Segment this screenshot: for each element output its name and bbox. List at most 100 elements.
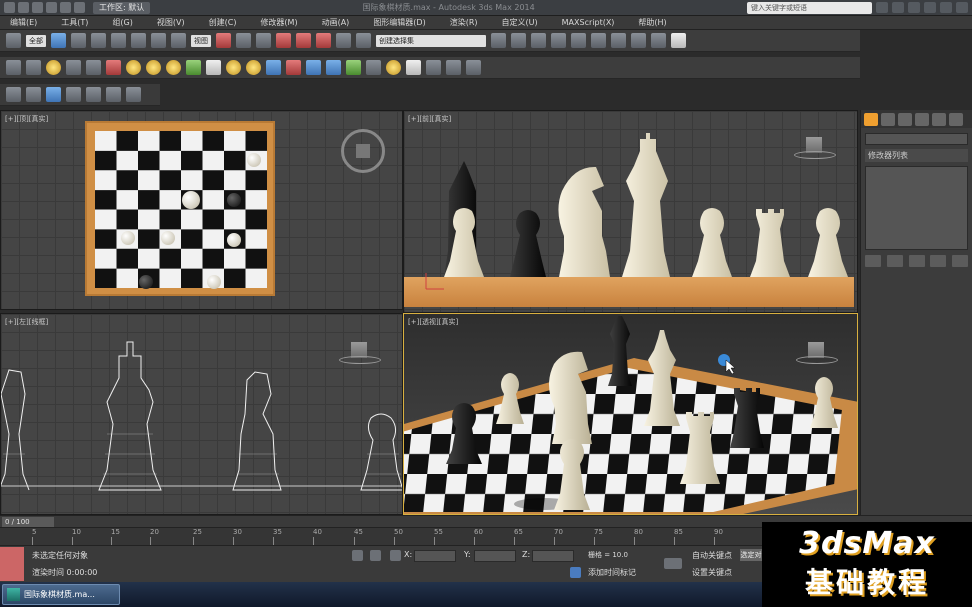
angle-snap-icon[interactable] <box>296 33 311 48</box>
ribbon-icon-4[interactable] <box>66 60 81 75</box>
open-file-icon[interactable] <box>32 2 43 13</box>
search-input[interactable]: 键入关键字或短语 <box>747 1 872 14</box>
cone-icon[interactable] <box>206 60 221 75</box>
pivot-icon[interactable] <box>216 33 231 48</box>
modifier-stack[interactable] <box>865 166 968 250</box>
help-search-icon[interactable] <box>876 2 888 13</box>
ribbon-icon-2[interactable] <box>26 60 41 75</box>
close-button[interactable] <box>956 2 968 13</box>
minimize-button[interactable] <box>924 2 936 13</box>
time-tag-icon[interactable] <box>570 567 581 578</box>
sphere-white-icon[interactable] <box>406 60 421 75</box>
teapot-icon[interactable] <box>671 33 686 48</box>
selection-filter-dropdown[interactable]: 全部 <box>26 34 46 47</box>
selected-set-button[interactable]: 选定对 <box>740 549 762 561</box>
motion-tab-icon[interactable] <box>915 113 929 126</box>
save-icon[interactable] <box>46 2 57 13</box>
app-menu-icon[interactable] <box>4 2 15 13</box>
hemisphere-icon[interactable] <box>146 60 161 75</box>
modifier-list-dropdown[interactable]: 修改器列表 <box>865 149 968 162</box>
rect-select-icon[interactable] <box>91 33 106 48</box>
spinner-snap-icon[interactable] <box>336 33 351 48</box>
brush-icon[interactable] <box>6 87 21 102</box>
menu-animation[interactable]: 动画(A) <box>312 17 364 28</box>
display-tab-icon[interactable] <box>932 113 946 126</box>
hair-icon[interactable] <box>66 87 81 102</box>
key-icon[interactable] <box>664 558 682 569</box>
maxscript-listener-mini[interactable] <box>0 547 24 581</box>
hierarchy-tab-icon[interactable] <box>898 113 912 126</box>
anim-icon-3[interactable] <box>126 87 141 102</box>
make-unique-icon[interactable] <box>908 255 925 267</box>
set-key-button[interactable]: 设置关键点 <box>692 567 732 578</box>
add-time-tag[interactable]: 添加时间标记 <box>588 567 636 578</box>
snap-icon[interactable] <box>276 33 291 48</box>
z-coord-field[interactable] <box>532 550 574 562</box>
mirror-icon[interactable] <box>491 33 506 48</box>
frame-counter[interactable]: 0 / 100 <box>2 517 54 527</box>
workspace-dropdown[interactable]: 工作区: 默认 <box>93 1 151 14</box>
viewport-top-label[interactable]: [+][顶][真实] <box>5 114 48 124</box>
reference-coord-dropdown[interactable]: 视图 <box>191 34 211 47</box>
bowl-icon[interactable] <box>186 60 201 75</box>
sun-icon[interactable] <box>226 60 241 75</box>
align-icon[interactable] <box>511 33 526 48</box>
plant-icon[interactable] <box>346 60 361 75</box>
viewport-perspective[interactable]: [+][透视][真实] <box>403 313 858 515</box>
light-icon[interactable] <box>46 60 61 75</box>
redo-icon[interactable] <box>74 2 85 13</box>
menu-customize[interactable]: 自定义(U) <box>492 17 552 28</box>
ribbon-icon-6[interactable] <box>106 60 121 75</box>
menu-create[interactable]: 创建(C) <box>199 17 251 28</box>
capsule-icon[interactable] <box>286 60 301 75</box>
ribbon-icon-5[interactable] <box>86 60 101 75</box>
edit-named-selection-icon[interactable] <box>356 33 371 48</box>
modify-tab-icon[interactable] <box>881 113 895 126</box>
layer-icon[interactable] <box>531 33 546 48</box>
remove-modifier-icon[interactable] <box>930 255 947 267</box>
help-icon[interactable] <box>908 2 920 13</box>
rotate-icon[interactable] <box>151 33 166 48</box>
percent-snap-icon[interactable] <box>316 33 331 48</box>
viewport-top[interactable]: [+][顶][真实] <box>0 110 403 310</box>
menu-graph-editors[interactable]: 图形编辑器(D) <box>363 17 439 28</box>
material-editor-icon[interactable] <box>611 33 626 48</box>
lock-icon[interactable] <box>370 550 381 561</box>
curve-editor-icon[interactable] <box>571 33 586 48</box>
menu-help[interactable]: 帮助(H) <box>628 17 680 28</box>
maximize-button[interactable] <box>940 2 952 13</box>
tools-icon[interactable] <box>366 60 381 75</box>
wrench-icon[interactable] <box>46 87 61 102</box>
prism-icon[interactable] <box>306 60 321 75</box>
viewport-left[interactable]: [+][左][线框] <box>0 313 403 515</box>
viewport-front-label[interactable]: [+][前][真实] <box>408 114 451 124</box>
menu-group[interactable]: 组(G) <box>102 17 146 28</box>
manipulate-icon[interactable] <box>236 33 251 48</box>
scale-icon[interactable] <box>171 33 186 48</box>
help-circle-icon[interactable] <box>466 60 481 75</box>
move-icon[interactable] <box>131 33 146 48</box>
utilities-tab-icon[interactable] <box>949 113 963 126</box>
viewcube-top[interactable] <box>341 129 385 173</box>
menu-views[interactable]: 视图(V) <box>147 17 199 28</box>
absolute-mode-icon[interactable] <box>390 550 401 561</box>
graphite-icon[interactable] <box>551 33 566 48</box>
layers-icon[interactable] <box>426 60 441 75</box>
grid-icon[interactable] <box>266 60 281 75</box>
viewport-front[interactable]: [+][前][真实] <box>403 110 858 313</box>
utility-icon[interactable] <box>446 60 461 75</box>
render-frame-icon[interactable] <box>651 33 666 48</box>
link-icon[interactable] <box>6 33 21 48</box>
configure-sets-icon[interactable] <box>952 255 968 267</box>
isolate-icon[interactable] <box>352 550 363 561</box>
select-icon[interactable] <box>51 33 66 48</box>
ball-icon[interactable] <box>386 60 401 75</box>
undo-icon[interactable] <box>60 2 71 13</box>
ring-icon[interactable] <box>166 60 181 75</box>
auto-key-button[interactable]: 自动关键点 <box>692 550 732 561</box>
anim-icon-2[interactable] <box>106 87 121 102</box>
shirt-icon[interactable] <box>26 87 41 102</box>
y-coord-field[interactable] <box>474 550 516 562</box>
window-crossing-icon[interactable] <box>111 33 126 48</box>
ribbon-icon-1[interactable] <box>6 60 21 75</box>
